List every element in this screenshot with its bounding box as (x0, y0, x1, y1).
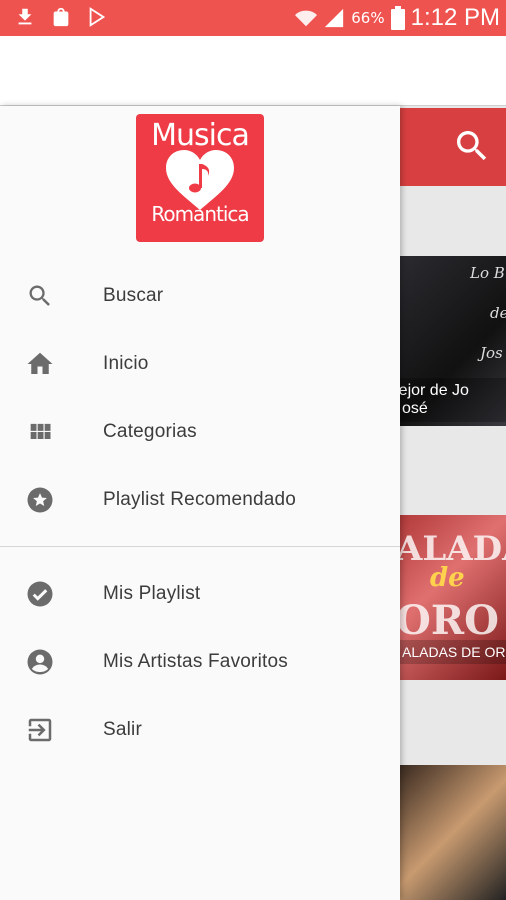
drawer-scrim[interactable] (400, 106, 506, 900)
menu-item-salir[interactable]: Salir (0, 696, 400, 764)
menu-item-buscar[interactable]: Buscar (0, 262, 400, 330)
menu-item-label: Playlist Recomendado (103, 489, 297, 510)
search-icon (24, 280, 56, 312)
menu-item-mis-artistas-favoritos[interactable]: Mis Artistas Favoritos (0, 628, 400, 696)
play-store-icon (89, 7, 106, 27)
clock: 1:12 PM (410, 4, 500, 31)
app-logo: Musica Romantica (136, 114, 264, 242)
menu-item-inicio[interactable]: Inicio (0, 330, 400, 398)
battery-percentage: 66% (351, 9, 385, 27)
download-icon (18, 8, 32, 25)
menu-divider (0, 546, 400, 547)
drawer-header: Musica Romantica (0, 106, 400, 250)
menu-item-playlist-recomendado[interactable]: Playlist Recomendado (0, 466, 400, 534)
menu-item-label: Inicio (103, 353, 149, 374)
home-icon (24, 348, 56, 380)
wifi-icon (295, 10, 318, 27)
battery-icon (390, 6, 405, 30)
status-bar: 66% 1:12 PM (0, 0, 506, 36)
logo-subtitle: Romantica (151, 202, 249, 226)
signal-icon (325, 8, 344, 28)
app-top-strip (0, 36, 506, 106)
menu-item-label: Buscar (103, 285, 164, 306)
menu-item-mis-playlist[interactable]: Mis Playlist (0, 560, 400, 628)
grid-icon (24, 416, 56, 448)
shopping-bag-icon (53, 7, 69, 27)
star-circle-icon (24, 484, 56, 516)
check-circle-icon (24, 578, 56, 610)
navigation-drawer: Musica Romantica Buscar Inicio Categoria… (0, 106, 400, 900)
menu-item-categorias[interactable]: Categorias (0, 398, 400, 466)
account-circle-icon (24, 646, 56, 678)
exit-icon (24, 714, 56, 746)
menu-item-label: Categorias (103, 421, 197, 442)
menu-item-label: Mis Playlist (103, 583, 201, 604)
menu-item-label: Mis Artistas Favoritos (103, 651, 288, 672)
menu-item-label: Salir (103, 719, 143, 740)
